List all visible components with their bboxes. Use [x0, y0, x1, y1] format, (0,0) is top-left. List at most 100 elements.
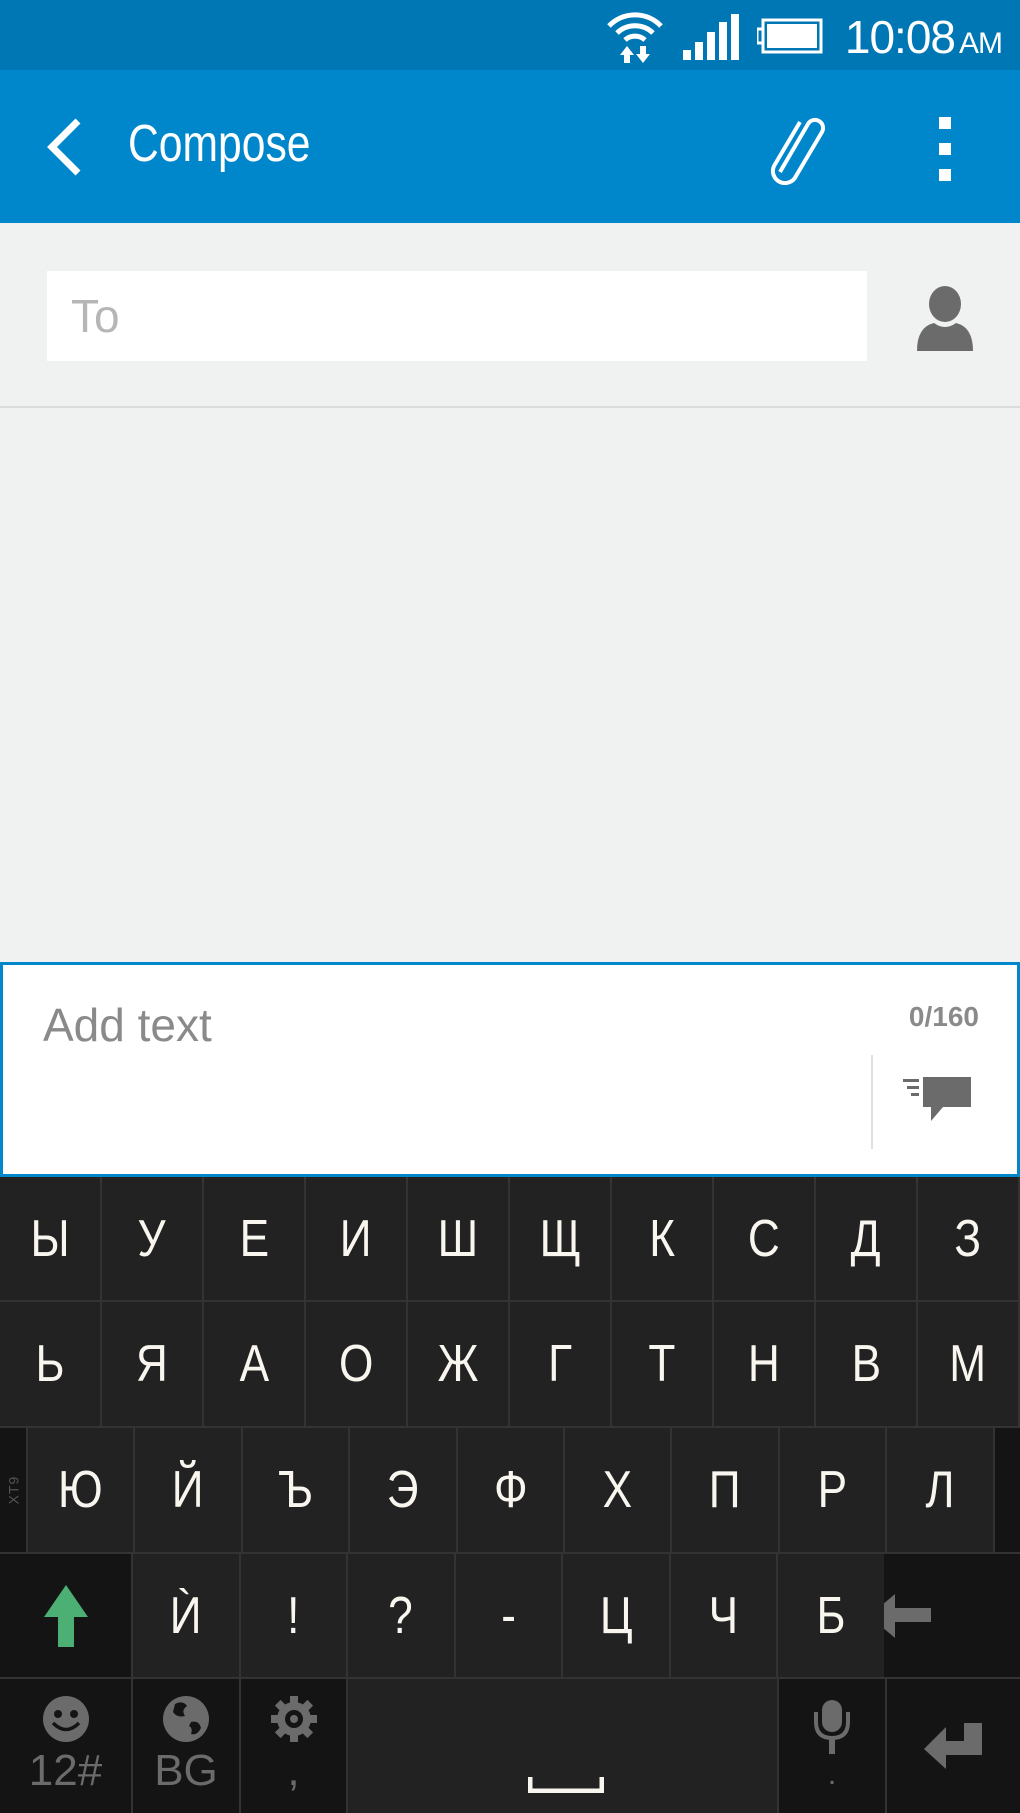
globe-icon	[163, 1696, 209, 1742]
signal-icon	[683, 14, 739, 60]
emoji-icon	[42, 1696, 89, 1742]
key-letter[interactable]: Ш	[408, 1177, 508, 1300]
shift-arrow-icon	[43, 1584, 88, 1647]
keyboard: XT9 12# BG , . Ы У Е И Ш Щ К С Д З Ь Я А…	[0, 1177, 1020, 1813]
microphone-icon	[814, 1700, 850, 1754]
key-letter[interactable]: Т	[612, 1302, 712, 1426]
key-letter[interactable]: Е	[204, 1177, 304, 1300]
key-label: Е	[239, 1209, 269, 1268]
key-label: В	[851, 1335, 881, 1393]
key-letter[interactable]: С	[714, 1177, 814, 1300]
key-label: М	[949, 1335, 987, 1393]
key-label: Ш	[437, 1209, 479, 1268]
status-bar: 10:08 AM	[0, 0, 1020, 70]
key-letter[interactable]: Ѝ	[133, 1554, 239, 1677]
key-label: Р	[817, 1461, 848, 1519]
pick-contact-button[interactable]	[910, 283, 980, 353]
key-label: А	[239, 1335, 269, 1393]
send-button[interactable]	[901, 1073, 991, 1143]
key-label: -	[500, 1586, 516, 1645]
key-letter[interactable]: Л	[887, 1428, 993, 1552]
key-letter[interactable]: Й	[135, 1428, 241, 1552]
key-letter[interactable]: Щ	[510, 1177, 610, 1300]
key-letter[interactable]: О	[306, 1302, 406, 1426]
battery-icon	[757, 18, 823, 54]
key-letter[interactable]: Ь	[0, 1302, 100, 1426]
key-label: Т	[648, 1335, 676, 1393]
wifi-data-icon	[607, 12, 663, 63]
page-title: Compose	[128, 115, 311, 173]
key-letter[interactable]: В	[816, 1302, 916, 1426]
enter-key[interactable]	[887, 1679, 1020, 1813]
space-bar-icon	[528, 1777, 604, 1793]
back-button[interactable]	[30, 105, 110, 185]
key-label: К	[649, 1209, 675, 1268]
key-letter[interactable]: !	[240, 1554, 346, 1677]
key-letter[interactable]: Э	[350, 1428, 456, 1552]
key-letter[interactable]: Ъ	[242, 1428, 349, 1552]
back-chevron-icon	[47, 118, 81, 176]
key-letter[interactable]: Д	[816, 1177, 916, 1300]
key-label: Ъ	[277, 1461, 313, 1519]
key-letter[interactable]: Ч	[670, 1554, 776, 1677]
key-letter[interactable]: Ж	[408, 1302, 508, 1426]
key-label: Я	[136, 1335, 168, 1393]
settings-comma-key[interactable]: ,	[241, 1679, 346, 1813]
key-label: Ч	[708, 1586, 738, 1645]
key-letter[interactable]: Ы	[0, 1177, 100, 1300]
key-letter[interactable]: П	[672, 1428, 778, 1552]
overflow-menu-icon	[939, 117, 951, 181]
key-letter[interactable]: -	[455, 1554, 561, 1677]
key-label: Н	[748, 1335, 780, 1393]
key-letter[interactable]: Б	[778, 1554, 884, 1677]
key-label: Ю	[58, 1461, 104, 1519]
key-letter[interactable]: Р	[779, 1428, 886, 1552]
key-letter[interactable]: А	[204, 1302, 304, 1426]
key-letter[interactable]: Х	[565, 1428, 671, 1552]
recipient-area	[0, 223, 1020, 408]
keyboard-edge-strip	[995, 1428, 1020, 1552]
enter-arrow-icon	[923, 1723, 982, 1769]
message-input[interactable]	[43, 985, 823, 1065]
key-letter[interactable]: Ф	[457, 1428, 563, 1552]
key-letter[interactable]: К	[612, 1177, 712, 1300]
key-label: П	[709, 1461, 741, 1519]
language-key[interactable]: BG	[133, 1679, 239, 1813]
space-key[interactable]	[348, 1679, 777, 1813]
key-letter[interactable]: З	[918, 1177, 1018, 1300]
key-letter[interactable]: Н	[714, 1302, 814, 1426]
key-letter[interactable]: Г	[510, 1302, 610, 1426]
key-label: Ц	[599, 1586, 633, 1645]
key-label: Ф	[493, 1461, 528, 1519]
key-label: И	[340, 1209, 372, 1268]
status-time: 10:08 AM	[844, 11, 1003, 63]
xt9-indicator[interactable]: XT9	[0, 1428, 26, 1552]
key-label: Х	[602, 1461, 633, 1519]
key-label: Й	[172, 1461, 204, 1519]
shift-key[interactable]	[0, 1554, 131, 1677]
symbols-emoji-key[interactable]: 12#	[0, 1679, 131, 1813]
key-letter[interactable]: ?	[348, 1554, 454, 1677]
voice-period-key[interactable]: .	[779, 1679, 885, 1813]
key-letter[interactable]: Я	[102, 1302, 202, 1426]
attach-button[interactable]	[760, 110, 835, 186]
key-letter[interactable]: Ю	[28, 1428, 134, 1552]
compose-divider	[871, 1055, 873, 1149]
key-label: Г	[548, 1335, 572, 1393]
key-label: Л	[925, 1461, 955, 1519]
key-letter[interactable]: И	[306, 1177, 406, 1300]
send-message-icon	[903, 1077, 971, 1121]
to-field[interactable]	[47, 271, 867, 361]
key-label: У	[137, 1209, 167, 1268]
overflow-menu-button[interactable]	[920, 115, 970, 185]
key-label: О	[338, 1335, 374, 1393]
key-letter[interactable]: Ц	[563, 1554, 669, 1677]
key-letter[interactable]: У	[102, 1177, 202, 1300]
character-counter: 0/160	[908, 1001, 979, 1032]
key-letter[interactable]: М	[918, 1302, 1018, 1426]
key-label: !	[287, 1586, 300, 1645]
key-label: Ѝ	[169, 1586, 202, 1645]
key-label: З	[954, 1209, 982, 1268]
key-label: Б	[816, 1586, 846, 1645]
key-label: Ы	[30, 1209, 70, 1268]
